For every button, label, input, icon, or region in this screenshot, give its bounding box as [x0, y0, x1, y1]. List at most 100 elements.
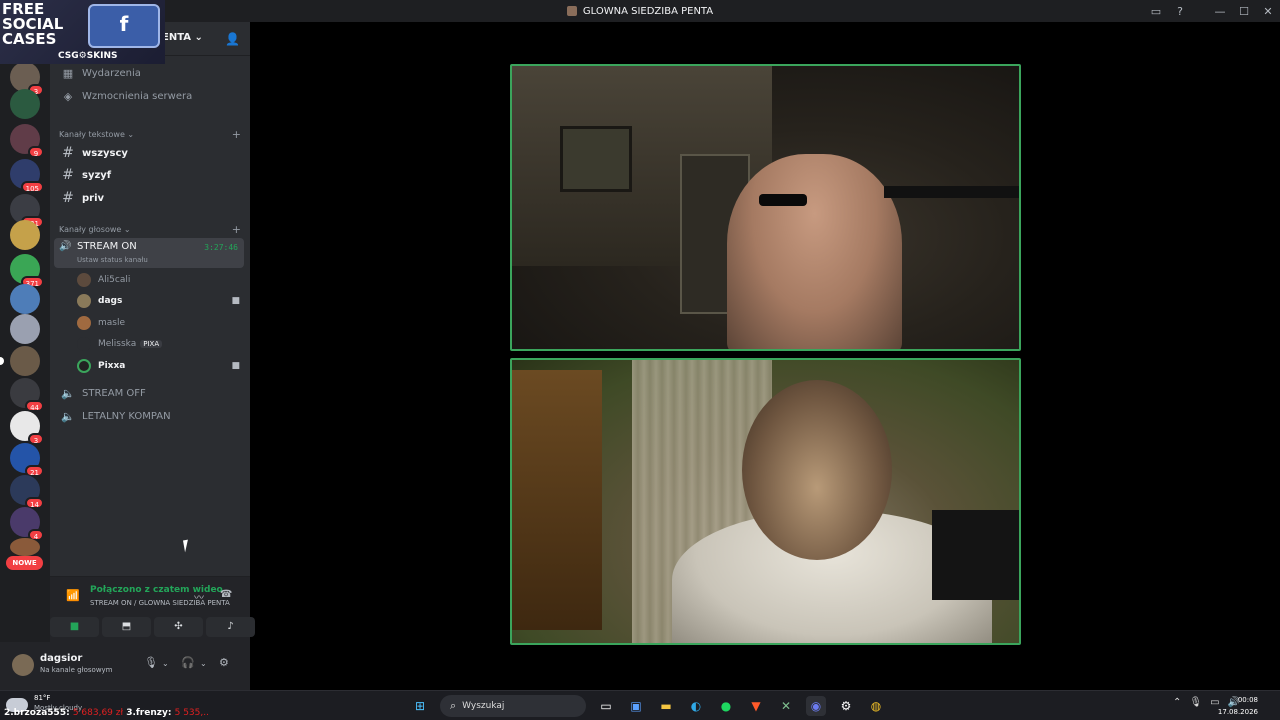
brave-icon[interactable]: ▼ [746, 696, 766, 716]
soundboard-button[interactable]: ♪ [206, 617, 255, 637]
server-icon[interactable]: 44 [10, 378, 44, 412]
task-view-icon[interactable]: ▭ [596, 696, 616, 716]
server-list: 3 9 105 121 371 44 3 21 14 4 [0, 22, 50, 690]
noise-suppression-icon[interactable]: 〰 [194, 589, 204, 604]
user-status: Na kanale głosowym [40, 666, 113, 674]
events-item[interactable]: ▦ Wydarzenia [54, 63, 244, 83]
microphone-icon[interactable]: 🎙 [1189, 697, 1202, 708]
hash-icon: # [62, 190, 74, 206]
discord-icon[interactable]: ◉ [806, 696, 826, 716]
taskbar-apps: ⊞ ⌕ Wyszukaj ▭ ▣ ▬ ◐ ● ▼ ✕ ◉ ⚙ ◍ [410, 695, 886, 717]
inbox-icon[interactable]: ▭ [1144, 5, 1168, 18]
voice-connection-panel: 📶 Połączono z czatem wideo STREAM ON / G… [50, 576, 255, 642]
username: dagsior [40, 653, 83, 664]
channel-wszyscy[interactable]: # wszyscy [54, 143, 244, 163]
search-placeholder: Wyszukaj [462, 701, 505, 711]
signal-icon[interactable]: 📶 [66, 589, 80, 602]
file-explorer-icon[interactable]: ▬ [656, 696, 676, 716]
voice-category[interactable]: Kanały głosowe ⌄ + [59, 223, 241, 236]
selected-indicator [0, 357, 4, 365]
category-label: Kanały głosowe [59, 225, 122, 234]
soundboard-icon: ♪ [227, 621, 234, 632]
screen-share-button[interactable]: ⬒ [102, 617, 151, 637]
plus-icon[interactable]: + [232, 223, 241, 236]
server-icon[interactable] [10, 538, 40, 556]
clock-time: 00:08 [1237, 696, 1258, 704]
channel-label: LETALNY KOMPAN [82, 410, 171, 422]
text-category[interactable]: Kanały tekstowe ⌄ + [59, 128, 241, 141]
badge: 44 [25, 400, 44, 412]
spotify-icon[interactable]: ● [716, 696, 736, 716]
camera-button[interactable]: ■ [50, 617, 99, 637]
channel-priv[interactable]: # priv [54, 188, 244, 208]
avatar [77, 337, 91, 351]
server-icon[interactable]: 21 [10, 443, 44, 477]
store-icon[interactable]: ▣ [626, 696, 646, 716]
taskbar-search[interactable]: ⌕ Wyszukaj [440, 695, 586, 717]
chrome-icon[interactable]: ◍ [866, 696, 886, 716]
microphone-icon[interactable]: 🎙 [144, 656, 158, 669]
channel-label: priv [82, 192, 105, 204]
voice-channel-letalny[interactable]: 🔈 LETALNY KOMPAN [54, 406, 244, 426]
chevron-down-icon[interactable]: ⌄ [162, 659, 169, 668]
clock[interactable]: 00:08 17.08.2026 [1218, 694, 1258, 718]
minimize-button[interactable]: — [1208, 5, 1232, 18]
server-icon[interactable]: 371 [10, 254, 44, 288]
windows-start-icon[interactable]: ⊞ [410, 696, 430, 716]
voice-channel-stream-off[interactable]: 🔈 STREAM OFF [54, 383, 244, 403]
promo-overlay: FREE SOCIAL CASES f CSG⚙SKINS [0, 0, 165, 64]
activities-button[interactable]: ✣ [154, 617, 203, 637]
video-tile-2[interactable] [510, 358, 1021, 645]
server-icon[interactable] [10, 89, 40, 119]
gear-icon[interactable]: ⚙ [219, 656, 229, 669]
chevron-down-icon[interactable]: ⌄ [200, 659, 207, 668]
promo-brand: CSG⚙SKINS [58, 51, 118, 61]
server-icon[interactable] [0, 346, 40, 376]
server-icon[interactable] [10, 220, 40, 250]
voice-user[interactable]: Ali5cali [77, 270, 244, 290]
channel-status[interactable]: Ustaw status kanału [77, 256, 148, 264]
chevron-up-icon[interactable]: ⌃ [1173, 697, 1181, 708]
server-name: ENTA ⌄ [162, 32, 203, 43]
voice-user[interactable]: Pixxa ■ [77, 356, 244, 376]
channel-label: STREAM OFF [82, 387, 146, 399]
xbox-icon[interactable]: ✕ [776, 696, 796, 716]
boosts-item[interactable]: ◈ Wzmocnienia serwera [54, 86, 244, 106]
badge: 105 [20, 181, 44, 193]
server-icon[interactable]: 14 [10, 475, 44, 509]
new-servers-badge[interactable]: NOWE [6, 556, 43, 570]
voice-channel-stream-on[interactable]: 🔊 STREAM ON Ustaw status kanału 3:27:46 [54, 238, 244, 268]
disconnect-icon[interactable]: ☎ [220, 589, 232, 600]
voice-user[interactable]: dags ■ [77, 291, 244, 311]
camera-icon: ■ [231, 296, 240, 306]
connection-path: STREAM ON / GLOWNA SIEDZIBA PENTA [90, 599, 230, 607]
maximize-button[interactable]: ☐ [1232, 5, 1256, 18]
help-icon[interactable]: ? [1168, 5, 1192, 18]
add-user-icon[interactable]: 👤 [225, 32, 240, 46]
close-button[interactable]: ✕ [1256, 5, 1280, 18]
server-icon[interactable]: 4 [10, 507, 44, 541]
edge-icon[interactable]: ◐ [686, 696, 706, 716]
headphones-icon[interactable]: 🎧 [181, 656, 195, 669]
user-label: dags [98, 296, 123, 306]
server-icon[interactable] [10, 314, 40, 344]
title-bar: GLOWNA SIEDZIBA PENTA ▭ ? — ☐ ✕ [0, 0, 1280, 22]
voice-user[interactable]: masle [77, 313, 244, 333]
avatar [77, 273, 91, 287]
promo-text: FREE SOCIAL CASES [2, 0, 64, 48]
server-icon[interactable]: 105 [10, 159, 44, 193]
calendar-icon: ▦ [62, 66, 74, 80]
server-icon[interactable]: 3 [10, 62, 44, 96]
server-icon[interactable] [10, 284, 40, 314]
weather-temp: 81°F [34, 694, 51, 702]
steam-icon[interactable]: ⚙ [836, 696, 856, 716]
taskbar: 81°F Mostly cloudy 2.brzoza555: 5 683,69… [0, 690, 1280, 720]
server-icon[interactable]: 9 [10, 124, 44, 158]
avatar [77, 294, 91, 308]
avatar[interactable] [12, 654, 34, 676]
plus-icon[interactable]: + [232, 128, 241, 141]
video-tile-1[interactable] [510, 64, 1021, 351]
channel-syzyf[interactable]: # syzyf [54, 165, 244, 185]
server-icon[interactable]: 3 [10, 411, 44, 445]
voice-user[interactable]: Melisska PIXA [77, 334, 244, 354]
